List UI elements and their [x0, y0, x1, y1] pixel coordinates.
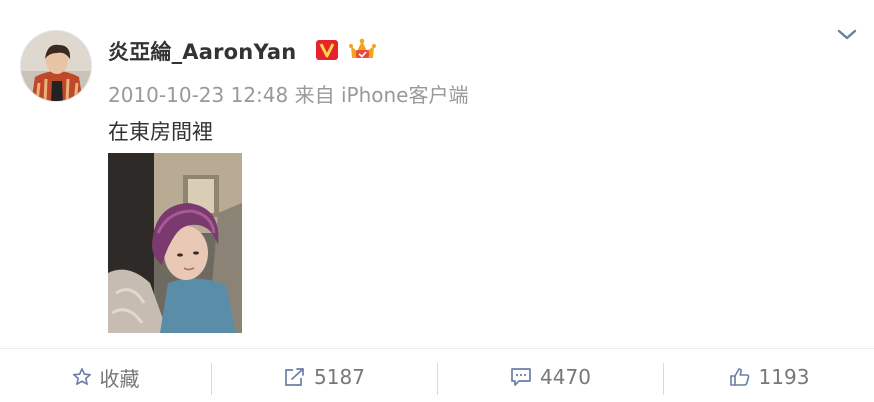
post-meta: 2010-10-23 12:48 来自 iPhone客户端	[108, 79, 468, 108]
share-icon	[285, 368, 304, 386]
post-timestamp[interactable]: 2010-10-23 12:48	[108, 83, 288, 107]
post-source-prefix: 来自	[294, 83, 335, 107]
comment-icon	[511, 368, 531, 386]
weibo-post-card: 炎亞綸_AaronYan 2010-10-23 12:48 来自 iPhone客…	[0, 0, 874, 402]
share-button[interactable]: 5187	[212, 352, 437, 402]
comment-button[interactable]: 4470	[438, 352, 663, 402]
post-source[interactable]: iPhone客户端	[341, 83, 469, 107]
like-button[interactable]: 1193	[664, 352, 874, 402]
author-name[interactable]: 炎亞綸_AaronYan	[108, 36, 296, 66]
crown-badge-icon	[349, 38, 376, 58]
chevron-down-icon[interactable]	[836, 26, 858, 42]
favorite-button[interactable]: 收藏	[0, 352, 211, 402]
like-count: 1193	[758, 365, 810, 389]
thumbs-up-icon	[729, 368, 749, 386]
comment-count: 4470	[540, 365, 591, 389]
post-photo[interactable]	[108, 153, 242, 333]
favorite-label: 收藏	[99, 366, 140, 391]
author-avatar[interactable]	[20, 30, 92, 102]
share-count: 5187	[314, 365, 365, 389]
avatar-image	[21, 31, 91, 101]
post-text: 在東房間裡	[108, 120, 213, 144]
verified-v-badge-icon	[316, 40, 338, 60]
action-bar-divider	[0, 348, 874, 349]
star-icon	[72, 368, 91, 385]
post-photo-image	[108, 153, 242, 333]
